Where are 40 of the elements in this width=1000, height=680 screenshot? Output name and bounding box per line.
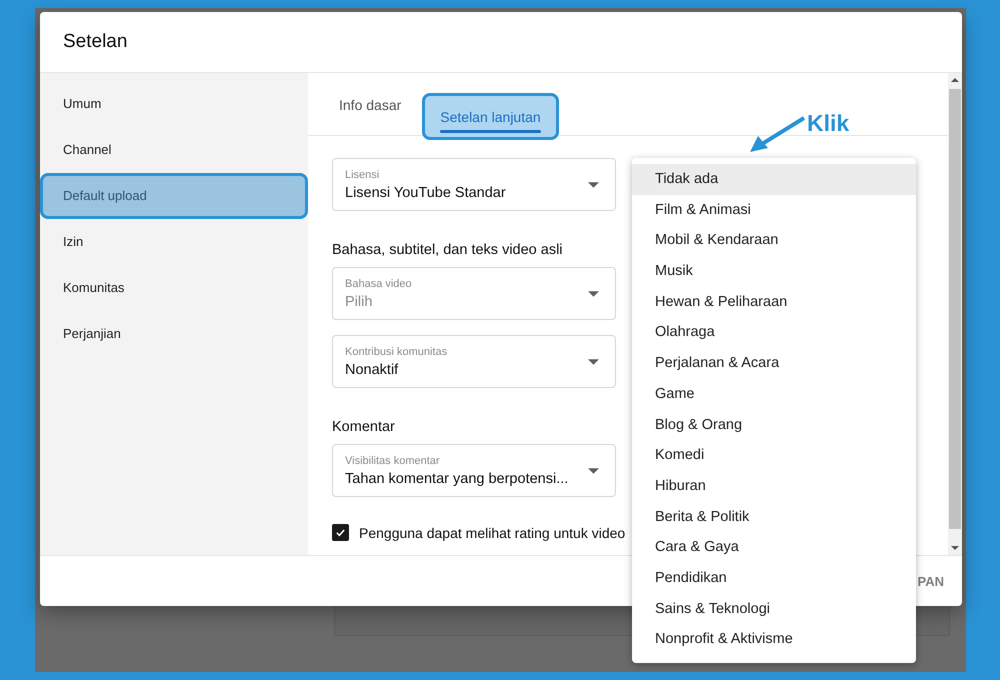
select-field[interactable]: Lisensi Lisensi YouTube Standar [332, 158, 616, 211]
menu-option[interactable]: Game [632, 378, 916, 410]
field-label: Visibilitas komentar [345, 454, 441, 466]
field-value: Lisensi YouTube Standar [345, 184, 507, 200]
menu-option[interactable]: Pendidikan [632, 562, 916, 594]
section-heading: Komentar [332, 419, 395, 435]
menu-option[interactable]: Berita & Politik [632, 502, 916, 532]
menu-option[interactable]: Blog & Orang [632, 410, 916, 440]
menu-option[interactable]: Sains & Teknologi [632, 594, 916, 624]
menu-option[interactable]: Film & Animasi [632, 194, 916, 226]
field-value: Tahan komentar yang berpotensi... [345, 470, 570, 486]
field-value: Nonaktif [345, 362, 400, 378]
menu-option[interactable]: Musik [632, 256, 916, 287]
menu-option[interactable]: Mobil & Kendaraan [632, 225, 916, 256]
menu-option[interactable]: Cara & Gaya [632, 532, 916, 563]
sidebar-item[interactable]: Perjanjian [40, 311, 308, 357]
field-label: Lisensi [345, 168, 380, 180]
field-label: Bahasa video [345, 278, 413, 290]
menu-option[interactable]: Nonprofit & Aktivisme [632, 624, 916, 655]
field-label: Kontribusi komunitas [345, 346, 448, 358]
save-button[interactable]: PAN [918, 568, 944, 594]
menu-option[interactable]: Perjalanan & Acara [632, 348, 916, 379]
field-placeholder: Pilih [345, 294, 374, 310]
select-field[interactable]: Kontribusi komunitas Nonaktif [332, 335, 616, 388]
menu-option[interactable]: Hiburan [632, 470, 916, 502]
section-heading: Bahasa, subtitel, dan teks video asli [332, 242, 563, 258]
sidebar-item[interactable]: Channel [40, 127, 308, 173]
menu-option[interactable]: Komedi [632, 440, 916, 471]
dialog-title: Setelan [63, 31, 128, 53]
sidebar-item[interactable]: Komunitas [40, 265, 308, 311]
checkbox-label: Pengguna dapat melihat rating untuk video [359, 524, 626, 540]
menu-option[interactable]: Tidak ada [632, 164, 916, 195]
menu-option[interactable]: Olahraga [632, 317, 916, 348]
menu-option[interactable]: Hewan & Peliharaan [632, 286, 916, 318]
select-field[interactable]: Visibilitas komentar Tahan komentar yang berpotensi... [332, 444, 616, 497]
sidebar-item[interactable]: Default upload [40, 173, 308, 219]
tab[interactable]: Info dasar [328, 97, 412, 135]
annotation-text: Klik [807, 110, 850, 137]
sidebar-item[interactable]: Umum [40, 81, 308, 127]
sidebar-item[interactable]: Izin [40, 219, 308, 265]
